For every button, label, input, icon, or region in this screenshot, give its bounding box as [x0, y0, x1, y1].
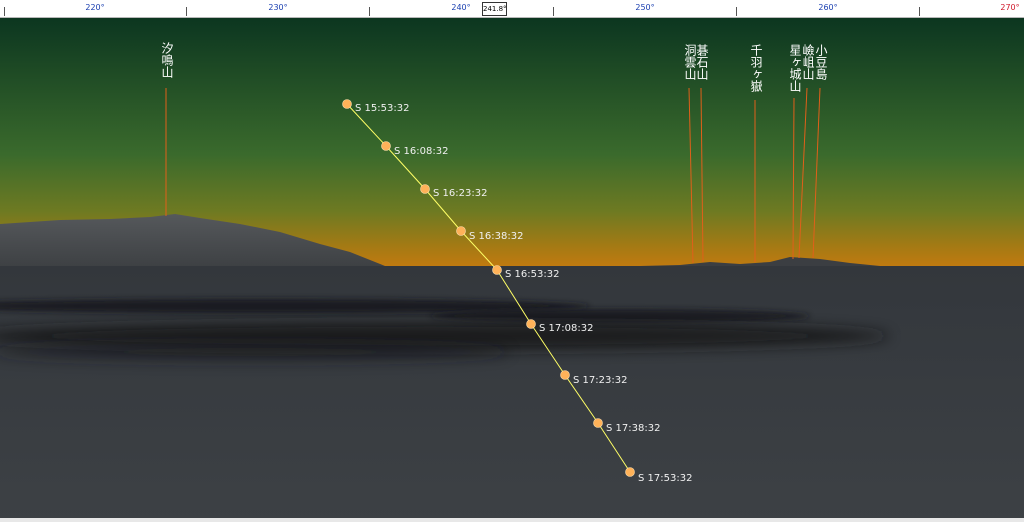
- degree-label: 230°: [268, 3, 288, 12]
- sun-position-marker[interactable]: [420, 184, 430, 194]
- mountain-label[interactable]: 千羽ヶ嶽: [749, 44, 763, 92]
- sun-position-marker[interactable]: [593, 418, 603, 428]
- sun-time-label: S 16:08:32: [394, 146, 448, 157]
- ruler-tick: [369, 7, 370, 16]
- sun-time-label: S 16:38:32: [469, 231, 523, 242]
- degree-label: 250°: [635, 3, 655, 12]
- mountain-label[interactable]: 星ヶ城山: [788, 44, 802, 92]
- sun-position-marker[interactable]: [492, 265, 502, 275]
- sun-position-marker[interactable]: [381, 141, 391, 151]
- sun-position-marker[interactable]: [526, 319, 536, 329]
- degree-label: 240°: [451, 3, 471, 12]
- panorama-view[interactable]: 220° 230° 240° 250° 260° 270° 241.8° S 1…: [0, 0, 1024, 522]
- ruler-tick: [553, 7, 554, 16]
- scene-canvas[interactable]: S 15:53:32 S 16:08:32 S 16:23:32 S 16:38…: [0, 18, 1024, 522]
- sun-time-label: S 17:08:32: [539, 323, 593, 334]
- sun-position-marker[interactable]: [342, 99, 352, 109]
- status-strip: [0, 518, 1024, 522]
- sun-time-label: S 17:38:32: [606, 423, 660, 434]
- sun-time-label: S 16:53:32: [505, 269, 559, 280]
- ruler-tick: [919, 7, 920, 16]
- ruler-tick: [4, 7, 5, 16]
- degree-label: 260°: [818, 3, 838, 12]
- sun-time-label: S 16:23:32: [433, 188, 487, 199]
- mountain-label[interactable]: 碁石山: [695, 44, 709, 80]
- mountain-label[interactable]: 汐鳴山: [160, 42, 174, 78]
- azimuth-ruler[interactable]: 220° 230° 240° 250° 260° 270° 241.8°: [0, 0, 1024, 18]
- sun-time-label: S 17:23:32: [573, 375, 627, 386]
- degree-label: 220°: [85, 3, 105, 12]
- degree-label: 270°: [1000, 3, 1020, 12]
- ruler-tick: [736, 7, 737, 16]
- sun-position-marker[interactable]: [560, 370, 570, 380]
- sun-position-marker[interactable]: [456, 226, 466, 236]
- sun-time-label: S 17:53:32: [638, 473, 692, 484]
- ruler-tick: [186, 7, 187, 16]
- mountain-label[interactable]: 嶮岨山: [801, 44, 815, 80]
- cursor-azimuth-readout: 241.8°: [482, 2, 507, 16]
- sun-position-marker[interactable]: [625, 467, 635, 477]
- mountain-label[interactable]: 小豆島: [814, 44, 828, 80]
- sun-time-label: S 15:53:32: [355, 103, 409, 114]
